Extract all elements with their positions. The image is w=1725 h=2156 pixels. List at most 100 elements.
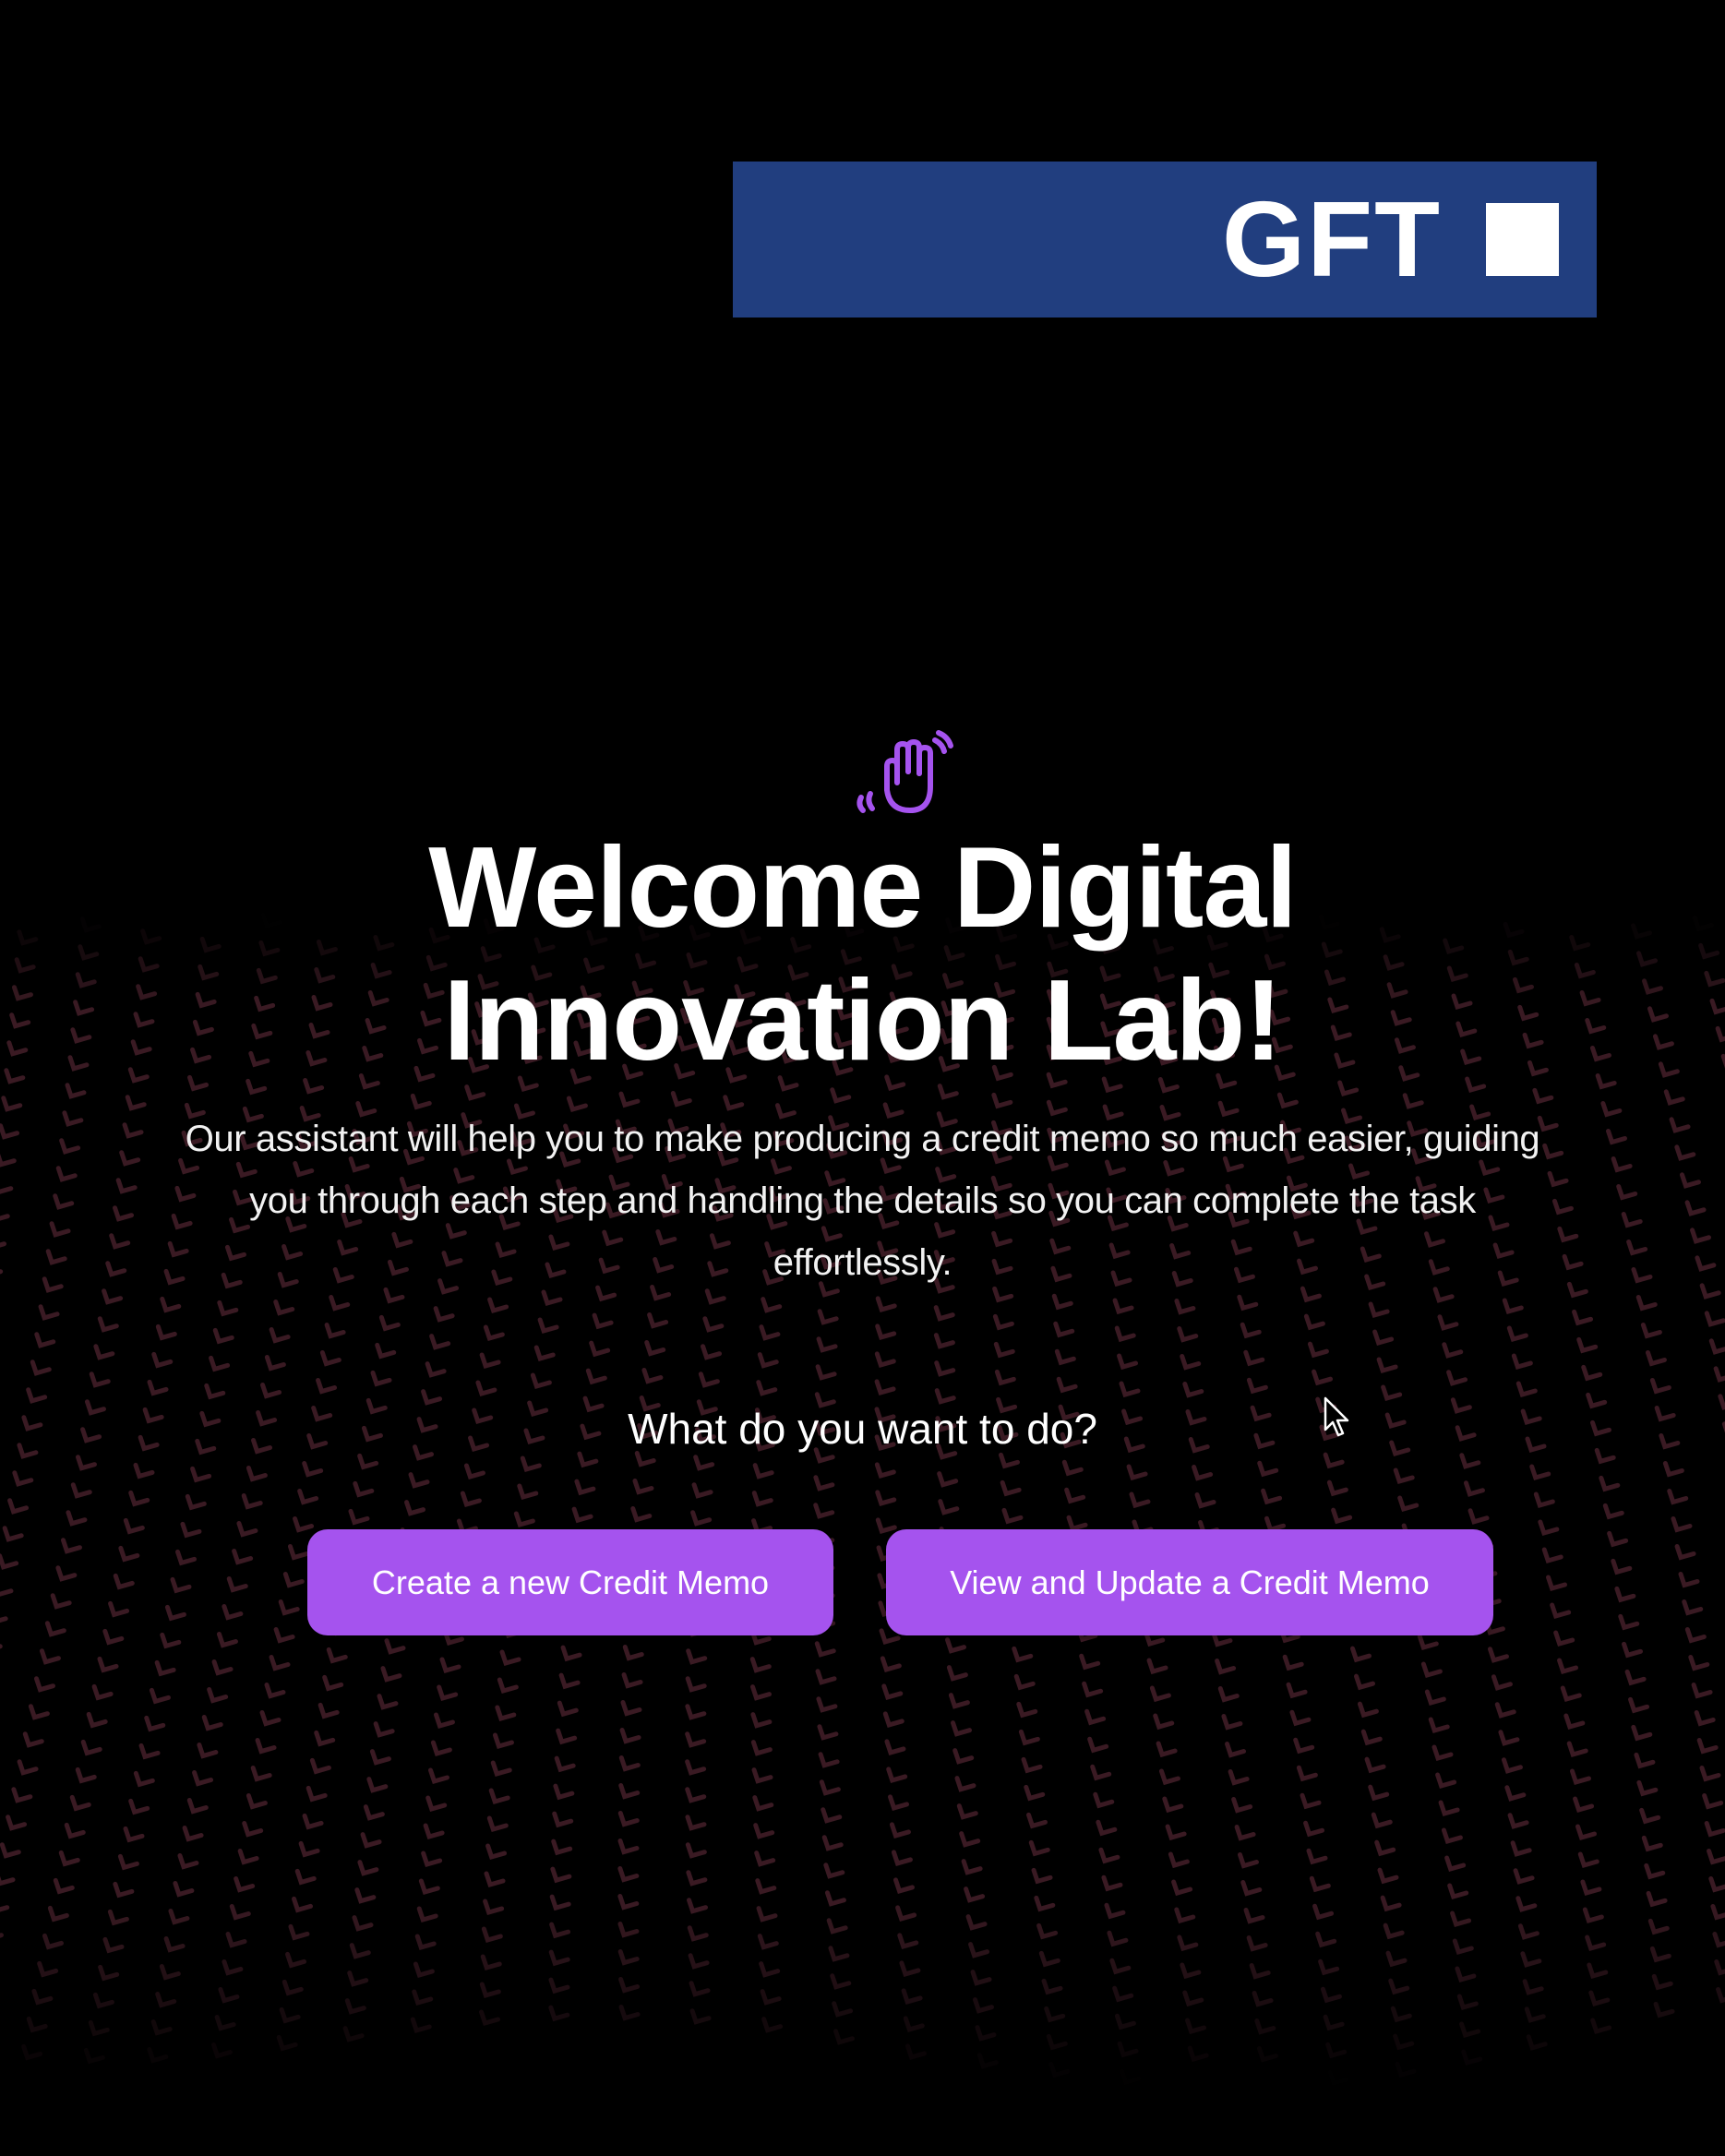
background-chevron-mark: [480, 1954, 502, 1971]
background-chevron-mark: [342, 2026, 365, 2042]
background-chevron-mark: [619, 1728, 641, 1744]
background-chevron-mark: [1098, 1847, 1120, 1864]
background-chevron-mark: [26, 1387, 48, 1404]
background-chevron-mark: [149, 1687, 171, 1705]
background-chevron-mark: [1031, 1867, 1053, 1885]
background-chevron-mark: [37, 1960, 59, 1978]
background-chevron-mark: [0, 1905, 10, 1912]
background-chevron-mark: [107, 1909, 129, 1926]
gft-logo-square-icon: [1486, 203, 1559, 276]
mouse-pointer-icon: [1324, 1396, 1349, 1437]
background-chevron-mark: [369, 1749, 391, 1766]
background-chevron-mark: [1563, 1713, 1586, 1731]
background-chevron-mark: [1306, 1848, 1328, 1865]
background-chevron-mark: [53, 1877, 75, 1895]
background-chevron-mark: [113, 1881, 135, 1898]
background-chevron-mark: [1028, 1839, 1050, 1857]
background-chevron-mark: [1156, 1741, 1178, 1758]
background-chevron-mark: [933, 1305, 955, 1322]
background-chevron-mark: [1710, 1903, 1725, 1921]
background-chevron-mark: [1307, 1341, 1329, 1359]
gft-logo-text: GFT: [1222, 179, 1442, 299]
background-chevron-mark: [186, 1798, 209, 1815]
background-chevron-mark: [817, 1309, 839, 1325]
background-chevron-mark: [1424, 1689, 1446, 1707]
background-chevron-mark: [1557, 1658, 1579, 1675]
background-chevron-mark: [1349, 1646, 1372, 1663]
background-chevron-mark: [618, 1091, 641, 1108]
background-chevron-mark: [1112, 1298, 1134, 1315]
background-chevron-mark: [150, 2019, 173, 2036]
background-chevron-mark: [830, 1973, 852, 1990]
background-chevron-mark: [475, 1380, 497, 1397]
background-chevron-mark: [1000, 1479, 1022, 1497]
background-chevron-mark: [437, 1684, 459, 1702]
background-chevron-mark: [1442, 1342, 1464, 1359]
background-chevron-mark: [1393, 2033, 1415, 2051]
background-chevron-mark: [622, 1645, 644, 1661]
background-chevron-mark: [1607, 1530, 1629, 1548]
background-chevron-mark: [760, 1989, 782, 2006]
background-chevron-mark: [954, 1776, 976, 1792]
background-chevron-mark: [264, 1683, 286, 1699]
background-chevron-mark: [58, 1850, 80, 1867]
background-chevron-mark: [1513, 1868, 1535, 1885]
background-chevron-mark: [93, 1344, 115, 1360]
background-chevron-mark: [499, 1649, 521, 1667]
background-chevron-mark: [0, 1269, 4, 1275]
background-chevron-mark: [1651, 1973, 1673, 1991]
background-chevron-mark: [585, 1368, 607, 1385]
background-chevron-mark: [241, 1493, 263, 1510]
background-chevron-mark: [122, 1122, 144, 1139]
background-chevron-mark: [1580, 1879, 1602, 1897]
background-chevron-mark: [91, 1683, 114, 1701]
background-chevron-mark: [1122, 2071, 1139, 2082]
background-chevron-mark: [1079, 1653, 1101, 1671]
background-chevron-mark: [246, 1466, 268, 1482]
background-chevron-mark: [1435, 1772, 1457, 1790]
background-chevron-mark: [874, 1351, 896, 1368]
background-chevron-mark: [1628, 1696, 1650, 1714]
background-chevron-mark: [1395, 2061, 1417, 2078]
background-chevron-mark: [895, 1905, 917, 1922]
background-chevron-mark: [751, 1767, 773, 1784]
background-chevron-mark: [1515, 1896, 1538, 1912]
background-chevron-mark: [1174, 1907, 1196, 1924]
background-chevron-mark: [147, 1379, 169, 1396]
background-chevron-mark: [1713, 1366, 1725, 1383]
background-chevron-mark: [617, 1949, 640, 1966]
background-chevron-mark: [42, 1276, 64, 1293]
create-credit-memo-button[interactable]: Create a new Credit Memo: [307, 1529, 833, 1635]
background-chevron-mark: [1582, 1907, 1604, 1924]
background-chevron-mark: [486, 1815, 509, 1833]
background-chevron-mark: [1576, 1336, 1599, 1354]
view-update-credit-memo-button[interactable]: View and Update a Credit Memo: [886, 1529, 1493, 1635]
background-chevron-mark: [1129, 1491, 1151, 1509]
background-chevron-mark: [214, 2015, 236, 2031]
background-chevron-mark: [98, 1964, 120, 1982]
background-chevron-mark: [478, 2009, 500, 2027]
background-chevron-mark: [1694, 1709, 1716, 1727]
background-chevron-mark: [1538, 1519, 1560, 1537]
background-chevron-mark: [1012, 1646, 1034, 1663]
background-chevron-mark: [1296, 1765, 1318, 1782]
background-chevron-mark: [414, 1934, 437, 1951]
background-chevron-mark: [574, 1479, 596, 1496]
background-chevron-mark: [875, 1324, 897, 1340]
background-chevron-mark: [1566, 1281, 1588, 1299]
background-chevron-mark: [487, 1297, 509, 1314]
background-chevron-mark: [1456, 1994, 1479, 2011]
background-chevron-mark: [108, 1600, 130, 1618]
background-chevron-mark: [1038, 1950, 1060, 1968]
background-chevron-mark: [991, 1092, 1013, 1109]
background-chevron-mark: [204, 1383, 226, 1400]
background-chevron-mark: [1649, 1946, 1671, 1963]
background-chevron-mark: [901, 1988, 923, 2005]
background-chevron-mark: [552, 1811, 574, 1828]
background-chevron-mark: [1041, 1978, 1063, 1995]
background-chevron-mark: [1498, 1730, 1520, 1746]
background-chevron-mark: [828, 1946, 850, 1962]
background-chevron-mark: [1611, 1558, 1633, 1575]
background-chevron-mark: [38, 1304, 60, 1321]
background-chevron-mark: [1636, 1779, 1659, 1797]
